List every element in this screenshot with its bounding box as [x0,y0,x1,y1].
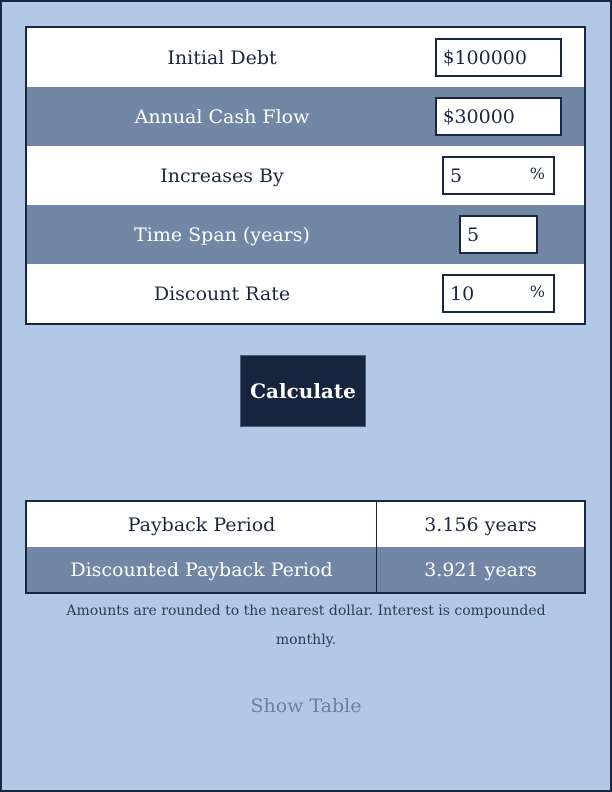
annual-cash-flow-value: 30000 [454,105,515,128]
row-annual-cash-flow: Annual Cash Flow $30000 [27,87,584,146]
discounted-payback-period-value: 3.921 years [424,558,537,581]
result-row: Payback Period 3.156 years [27,502,584,547]
dollar-prefix: $ [443,106,455,127]
payback-period-label: Payback Period [27,502,377,547]
row-initial-debt: Initial Debt $100000 [27,28,584,87]
initial-debt-value: 100000 [454,46,527,69]
time-span-input[interactable]: 5 [459,215,538,254]
results-table: Payback Period 3.156 years Discounted Pa… [25,500,586,594]
initial-debt-label: Initial Debt [167,46,277,69]
row-discount-rate: Discount Rate 10 % [27,264,584,323]
payback-period-value: 3.156 years [424,513,537,536]
dollar-prefix: $ [443,47,455,68]
increases-by-label: Increases By [160,164,284,187]
discount-rate-value: 10 [450,282,475,305]
result-row: Discounted Payback Period 3.921 years [27,547,584,592]
increases-by-input[interactable]: 5 % [442,156,555,195]
discount-rate-input[interactable]: 10 % [442,274,555,313]
row-increases-by: Increases By 5 % [27,146,584,205]
input-table: Initial Debt $100000 Annual Cash Flow $3… [25,26,586,325]
annual-cash-flow-input[interactable]: $30000 [435,97,562,136]
rounding-note: Amounts are rounded to the nearest dolla… [66,603,546,648]
show-table-link[interactable]: Show Table [0,695,612,717]
time-span-value: 5 [467,223,480,246]
discount-rate-label: Discount Rate [153,282,291,305]
increases-by-value: 5 [450,164,463,187]
percent-suffix: % [529,282,545,301]
time-span-label: Time Span (years) [134,223,310,246]
percent-suffix: % [529,164,545,183]
discounted-payback-period-label: Discounted Payback Period [27,547,377,592]
row-time-span: Time Span (years) 5 [27,205,584,264]
calculate-button[interactable]: Calculate [240,355,366,427]
initial-debt-input[interactable]: $100000 [435,38,562,77]
annual-cash-flow-label: Annual Cash Flow [134,105,310,128]
